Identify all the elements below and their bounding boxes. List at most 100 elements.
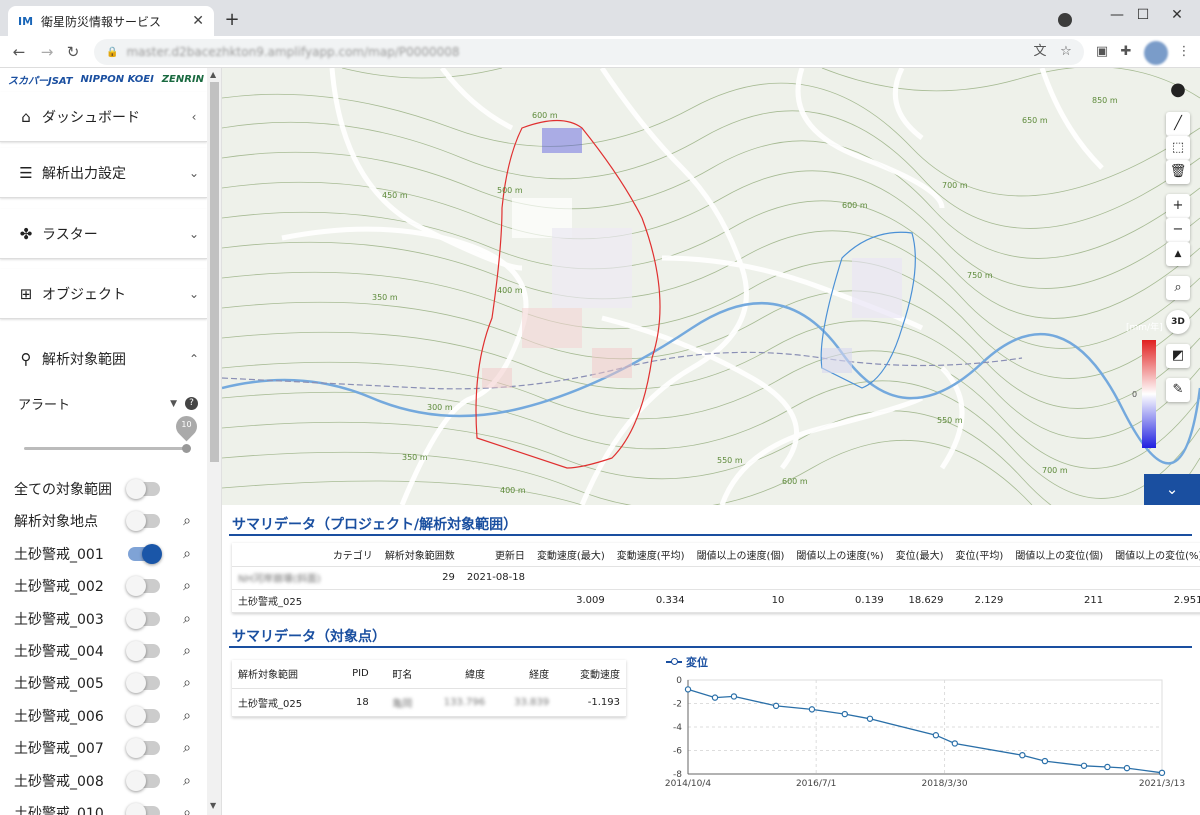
menu-dashboard[interactable]: ⌂ ダッシュボード ‹ (0, 92, 207, 142)
toggle-switch[interactable] (126, 803, 160, 815)
toggle-switch[interactable] (126, 641, 160, 661)
menu-object[interactable]: ⊞ オブジェクト ⌄ (0, 269, 207, 319)
trash-icon[interactable]: 🗑 (1166, 160, 1190, 184)
close-tab-icon[interactable]: ✕ (192, 13, 204, 29)
zoom-in-button[interactable]: + (1166, 194, 1190, 218)
column-header[interactable]: 更新日 (460, 543, 531, 567)
menu-raster[interactable]: ✤ ラスター ⌄ (0, 209, 207, 259)
scrollbar-thumb[interactable] (210, 82, 219, 462)
alert-slider-handle[interactable] (182, 444, 191, 453)
new-tab-icon[interactable]: + (222, 9, 242, 30)
bookmark-star-icon[interactable]: ☆ (1056, 42, 1076, 62)
target-area-toggle-row[interactable]: 土砂警戒_005 ⌕ (14, 671, 194, 695)
profile-avatar[interactable] (1144, 41, 1168, 65)
table-row[interactable]: 土砂警戒_025 18 亀岡 133.796 33.839 -1.193 (232, 688, 626, 717)
column-header[interactable]: 変位(最大) (889, 543, 950, 567)
toggle-switch[interactable] (126, 608, 160, 629)
browser-tab[interactable]: IM 衛星防災情報サービス ✕ (8, 6, 214, 36)
sidebar-scrollbar[interactable]: ▲ ▼ (207, 68, 221, 815)
toggle-switch[interactable] (126, 479, 160, 499)
target-area-toggle-row[interactable]: 解析対象地点 ⌕ (14, 509, 194, 533)
collapse-map-button[interactable]: ⌄ (1144, 474, 1200, 505)
target-area-toggle-row[interactable]: 土砂警戒_001 ⌕ (14, 542, 194, 566)
table-row[interactable]: NH河岸崩壊(斜面) 29 2021-08-18 (232, 566, 1200, 590)
target-area-toggle-row[interactable]: 土砂警戒_002 ⌕ (14, 574, 194, 598)
help-icon[interactable]: ? (185, 397, 198, 410)
column-header[interactable]: 経度 (491, 660, 556, 689)
map-view[interactable]: 600 m 500 m 450 m 400 m 350 m 350 m 300 … (222, 68, 1200, 505)
tab-search-icon[interactable] (1058, 13, 1072, 27)
column-header[interactable]: 変位(平均) (949, 543, 1010, 567)
zoom-to-icon[interactable]: ⌕ (180, 611, 194, 627)
column-header[interactable]: 変動速度(最大) (530, 543, 611, 567)
zoom-to-icon[interactable]: ⌕ (180, 773, 194, 789)
target-area-toggle-row[interactable]: 全ての対象範囲 (14, 477, 194, 501)
table-row[interactable]: 土砂警戒_025 3.009 0.334 10 0.139 18.629 2.129 211 2… (232, 589, 1200, 613)
collapse-sidebar-icon[interactable]: ‹ (181, 110, 207, 124)
edit-icon[interactable]: ✎ (1166, 378, 1190, 402)
toggle-switch[interactable] (126, 673, 160, 694)
column-header[interactable]: 解析対象範囲数 (378, 543, 461, 567)
column-header[interactable]: 緯度 (418, 660, 492, 689)
forward-icon[interactable]: → (36, 41, 58, 63)
extension-icon[interactable]: ▣ (1092, 42, 1112, 62)
draw-line-icon[interactable]: ╱ (1166, 112, 1190, 136)
reload-icon[interactable]: ↻ (62, 41, 84, 63)
map-canvas[interactable]: 600 m 500 m 450 m 400 m 350 m 350 m 300 … (222, 68, 1200, 505)
zoom-to-icon[interactable]: ⌕ (180, 513, 194, 529)
data-point (866, 715, 874, 722)
target-area-toggle-row[interactable]: 土砂警戒_006 ⌕ (14, 704, 194, 728)
toggle-switch[interactable] (126, 770, 160, 791)
alert-select[interactable]: アラート ▼ ? (18, 394, 198, 413)
zoom-to-icon[interactable]: ⌕ (180, 675, 194, 691)
search-icon[interactable]: ⌕ (1166, 276, 1190, 300)
column-header[interactable]: 変動速度(平均) (610, 543, 691, 567)
address-bar[interactable]: 🔒 master.d2bacezhkton9.amplifyapp.com/ma… (94, 39, 1084, 65)
toggle-switch[interactable] (126, 738, 160, 759)
browser-menu-icon[interactable]: ⋮ (1174, 42, 1194, 62)
zoom-out-button[interactable]: − (1166, 218, 1190, 242)
zoom-to-icon[interactable]: ⌕ (180, 805, 194, 815)
x-tick-label: 2021/3/13 (1139, 779, 1185, 789)
toggle-switch[interactable] (126, 705, 160, 726)
puzzle-extensions-icon[interactable]: ✚ (1116, 42, 1136, 62)
displacement-chart: 0-2-4-6-82014/10/4 2016/7/1 2018/3/30 2021/… (665, 676, 1185, 789)
zoom-to-icon[interactable]: ⌕ (180, 708, 194, 724)
zoom-to-icon[interactable]: ⌕ (180, 578, 194, 594)
scroll-down-icon[interactable]: ▼ (210, 801, 216, 810)
column-header[interactable]: カテゴリ (326, 543, 379, 567)
menu-analysis-target-area[interactable]: ⚲ 解析対象範囲 ⌃ (0, 334, 207, 384)
user-icon[interactable]: ● (1166, 78, 1190, 102)
toggle-switch[interactable] (128, 543, 162, 564)
layers-icon[interactable]: ◩ (1166, 344, 1190, 368)
column-header[interactable]: 解析対象範囲 (232, 660, 336, 689)
polygon-icon[interactable]: ⬚ (1166, 136, 1190, 160)
target-area-toggle-row[interactable]: 土砂警戒_004 ⌕ (14, 639, 194, 663)
column-header[interactable]: 閾値以上の変位(個) (1009, 543, 1110, 567)
zoom-to-icon[interactable]: ⌕ (180, 546, 194, 562)
translate-icon[interactable]: 文 (1030, 42, 1050, 62)
toggle-switch[interactable] (126, 511, 160, 532)
scroll-up-icon[interactable]: ▲ (210, 70, 216, 79)
menu-analysis-output-settings[interactable]: ☰ 解析出力設定 ⌄ (0, 148, 207, 198)
column-header[interactable]: 町名 (374, 660, 419, 689)
column-header[interactable]: 閾値以上の速度(個) (690, 543, 791, 567)
toggle-switch[interactable] (126, 576, 160, 597)
target-area-toggle-row[interactable]: 土砂警戒_008 ⌕ (14, 769, 194, 793)
compass-icon[interactable]: ▲ (1166, 242, 1190, 266)
target-area-toggle-row[interactable]: 土砂警戒_003 ⌕ (14, 607, 194, 631)
column-header[interactable]: 閾値以上の変位(%) (1109, 543, 1200, 567)
column-header[interactable]: 閾値以上の速度(%) (790, 543, 890, 567)
alert-slider-track[interactable] (24, 447, 186, 450)
back-icon[interactable]: ← (8, 41, 30, 63)
column-header[interactable] (232, 543, 327, 567)
zoom-to-icon[interactable]: ⌕ (180, 643, 194, 659)
dropdown-arrow-icon[interactable]: ▼ (170, 399, 177, 409)
window-close-icon[interactable]: ✕ (1154, 0, 1200, 30)
target-area-toggle-row[interactable]: 土砂警戒_007 ⌕ (14, 736, 194, 760)
column-header[interactable]: 変動速度 (555, 660, 626, 689)
column-header[interactable]: PID (335, 660, 375, 689)
target-area-toggle-row[interactable]: 土砂警戒_010 ⌕ (14, 801, 194, 815)
view-3d-button[interactable]: 3D (1166, 310, 1190, 334)
zoom-to-icon[interactable]: ⌕ (180, 740, 194, 756)
